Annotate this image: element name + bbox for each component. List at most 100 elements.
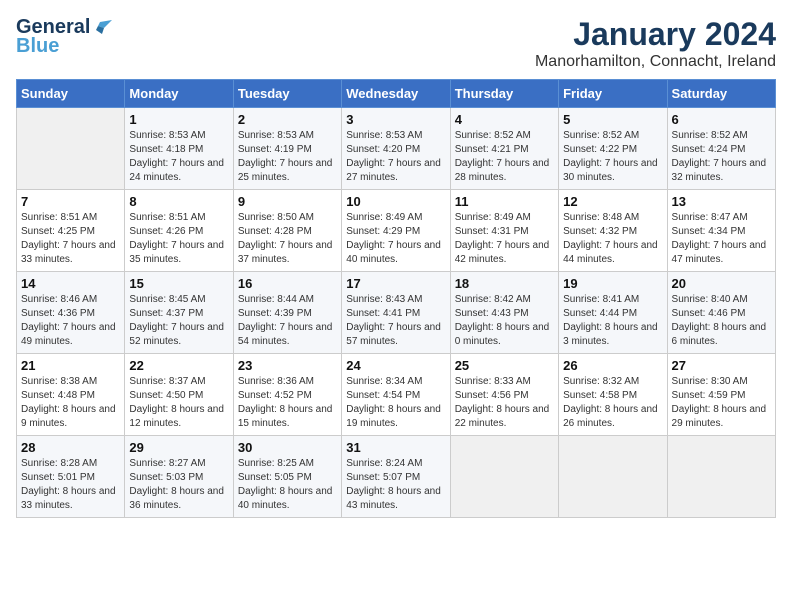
calendar-cell: 14 Sunrise: 8:46 AMSunset: 4:36 PMDayligh… xyxy=(17,272,125,354)
day-number: 17 xyxy=(346,276,445,291)
day-info: Sunrise: 8:51 AMSunset: 4:26 PMDaylight:… xyxy=(129,211,228,267)
day-number: 20 xyxy=(672,276,771,291)
day-number: 19 xyxy=(563,276,662,291)
day-info: Sunrise: 8:27 AMSunset: 5:03 PMDaylight:… xyxy=(129,457,228,513)
day-info: Sunrise: 8:52 AMSunset: 4:21 PMDaylight:… xyxy=(455,129,554,185)
day-info: Sunrise: 8:28 AMSunset: 5:01 PMDaylight:… xyxy=(21,457,120,513)
day-number: 11 xyxy=(455,194,554,209)
day-info: Sunrise: 8:33 AMSunset: 4:56 PMDaylight:… xyxy=(455,375,554,431)
calendar-cell: 16Sunrise: 8:44 AMSunset: 4:39 PMDayligh… xyxy=(233,272,341,354)
calendar-cell xyxy=(17,108,125,190)
logo-bird-icon xyxy=(92,18,112,38)
day-info: Sunrise: 8:46 AMSunset: 4:36 PMDaylight:… xyxy=(21,293,120,349)
weekday-header-friday: Friday xyxy=(559,80,667,108)
day-info: Sunrise: 8:53 AMSunset: 4:20 PMDaylight:… xyxy=(346,129,445,185)
calendar-table: SundayMondayTuesdayWednesdayThursdayFrid… xyxy=(16,79,776,518)
day-number: 5 xyxy=(563,112,662,127)
day-number: 15 xyxy=(129,276,228,291)
day-info: Sunrise: 8:49 AMSunset: 4:29 PMDaylight:… xyxy=(346,211,445,267)
calendar-cell xyxy=(667,436,775,518)
calendar-cell: 26 Sunrise: 8:32 AMSunset: 4:58 PMDayligh… xyxy=(559,354,667,436)
calendar-week-row: 14 Sunrise: 8:46 AMSunset: 4:36 PMDayligh… xyxy=(17,272,776,354)
calendar-cell: 8 Sunrise: 8:51 AMSunset: 4:26 PMDaylight… xyxy=(125,190,233,272)
day-number: 16 xyxy=(238,276,337,291)
location-title: Manorhamilton, Connacht, Ireland xyxy=(535,53,776,71)
day-number: 21 xyxy=(21,358,120,373)
day-info: Sunrise: 8:47 AMSunset: 4:34 PMDaylight:… xyxy=(672,211,771,267)
calendar-cell: 30 Sunrise: 8:25 AMSunset: 5:05 PMDayligh… xyxy=(233,436,341,518)
day-number: 30 xyxy=(238,440,337,455)
calendar-cell: 2Sunrise: 8:53 AMSunset: 4:19 PMDaylight… xyxy=(233,108,341,190)
calendar-cell: 17 Sunrise: 8:43 AMSunset: 4:41 PMDayligh… xyxy=(342,272,450,354)
calendar-cell: 24 Sunrise: 8:34 AMSunset: 4:54 PMDayligh… xyxy=(342,354,450,436)
day-number: 10 xyxy=(346,194,445,209)
day-info: Sunrise: 8:38 AMSunset: 4:48 PMDaylight:… xyxy=(21,375,120,431)
day-number: 7 xyxy=(21,194,120,209)
calendar-cell: 29 Sunrise: 8:27 AMSunset: 5:03 PMDayligh… xyxy=(125,436,233,518)
day-number: 24 xyxy=(346,358,445,373)
day-info: Sunrise: 8:34 AMSunset: 4:54 PMDaylight:… xyxy=(346,375,445,431)
day-number: 8 xyxy=(129,194,228,209)
calendar-week-row: 1 Sunrise: 8:53 AMSunset: 4:18 PMDaylight… xyxy=(17,108,776,190)
calendar-cell: 19 Sunrise: 8:41 AMSunset: 4:44 PMDayligh… xyxy=(559,272,667,354)
weekday-header-thursday: Thursday xyxy=(450,80,558,108)
weekday-header-row: SundayMondayTuesdayWednesdayThursdayFrid… xyxy=(17,80,776,108)
day-number: 26 xyxy=(563,358,662,373)
day-number: 3 xyxy=(346,112,445,127)
day-number: 23 xyxy=(238,358,337,373)
day-info: Sunrise: 8:37 AMSunset: 4:50 PMDaylight:… xyxy=(129,375,228,431)
day-info: Sunrise: 8:49 AMSunset: 4:31 PMDaylight:… xyxy=(455,211,554,267)
calendar-cell: 13 Sunrise: 8:47 AMSunset: 4:34 PMDayligh… xyxy=(667,190,775,272)
calendar-week-row: 21 Sunrise: 8:38 AMSunset: 4:48 PMDayligh… xyxy=(17,354,776,436)
weekday-header-monday: Monday xyxy=(125,80,233,108)
day-info: Sunrise: 8:36 AMSunset: 4:52 PMDaylight:… xyxy=(238,375,337,431)
day-number: 31 xyxy=(346,440,445,455)
month-title: January 2024 xyxy=(535,16,776,53)
day-number: 6 xyxy=(672,112,771,127)
day-info: Sunrise: 8:48 AMSunset: 4:32 PMDaylight:… xyxy=(563,211,662,267)
calendar-cell: 1 Sunrise: 8:53 AMSunset: 4:18 PMDaylight… xyxy=(125,108,233,190)
weekday-header-wednesday: Wednesday xyxy=(342,80,450,108)
day-info: Sunrise: 8:53 AMSunset: 4:18 PMDaylight:… xyxy=(129,129,228,185)
calendar-cell: 9Sunrise: 8:50 AMSunset: 4:28 PMDaylight… xyxy=(233,190,341,272)
day-number: 12 xyxy=(563,194,662,209)
calendar-cell: 20Sunrise: 8:40 AMSunset: 4:46 PMDayligh… xyxy=(667,272,775,354)
day-info: Sunrise: 8:41 AMSunset: 4:44 PMDaylight:… xyxy=(563,293,662,349)
day-number: 14 xyxy=(21,276,120,291)
page-header: General Blue January 2024 Manorhamilton,… xyxy=(16,16,776,71)
day-info: Sunrise: 8:45 AMSunset: 4:37 PMDaylight:… xyxy=(129,293,228,349)
calendar-cell: 25 Sunrise: 8:33 AMSunset: 4:56 PMDayligh… xyxy=(450,354,558,436)
calendar-cell: 7 Sunrise: 8:51 AMSunset: 4:25 PMDaylight… xyxy=(17,190,125,272)
day-info: Sunrise: 8:51 AMSunset: 4:25 PMDaylight:… xyxy=(21,211,120,267)
calendar-cell xyxy=(450,436,558,518)
calendar-cell: 5 Sunrise: 8:52 AMSunset: 4:22 PMDaylight… xyxy=(559,108,667,190)
day-info: Sunrise: 8:42 AMSunset: 4:43 PMDaylight:… xyxy=(455,293,554,349)
day-info: Sunrise: 8:30 AMSunset: 4:59 PMDaylight:… xyxy=(672,375,771,431)
calendar-cell: 23 Sunrise: 8:36 AMSunset: 4:52 PMDayligh… xyxy=(233,354,341,436)
day-info: Sunrise: 8:43 AMSunset: 4:41 PMDaylight:… xyxy=(346,293,445,349)
day-number: 25 xyxy=(455,358,554,373)
calendar-cell: 15 Sunrise: 8:45 AMSunset: 4:37 PMDayligh… xyxy=(125,272,233,354)
day-number: 9 xyxy=(238,194,337,209)
title-area: January 2024 Manorhamilton, Connacht, Ir… xyxy=(535,16,776,71)
weekday-header-saturday: Saturday xyxy=(667,80,775,108)
day-number: 27 xyxy=(672,358,771,373)
day-number: 29 xyxy=(129,440,228,455)
day-info: Sunrise: 8:25 AMSunset: 5:05 PMDaylight:… xyxy=(238,457,337,513)
calendar-cell: 27 Sunrise: 8:30 AMSunset: 4:59 PMDayligh… xyxy=(667,354,775,436)
calendar-cell: 10 Sunrise: 8:49 AMSunset: 4:29 PMDayligh… xyxy=(342,190,450,272)
day-number: 1 xyxy=(129,112,228,127)
day-info: Sunrise: 8:52 AMSunset: 4:22 PMDaylight:… xyxy=(563,129,662,185)
day-number: 28 xyxy=(21,440,120,455)
day-number: 13 xyxy=(672,194,771,209)
calendar-cell: 22 Sunrise: 8:37 AMSunset: 4:50 PMDayligh… xyxy=(125,354,233,436)
day-number: 18 xyxy=(455,276,554,291)
calendar-cell xyxy=(559,436,667,518)
calendar-cell: 6Sunrise: 8:52 AMSunset: 4:24 PMDaylight… xyxy=(667,108,775,190)
day-number: 22 xyxy=(129,358,228,373)
calendar-cell: 3 Sunrise: 8:53 AMSunset: 4:20 PMDaylight… xyxy=(342,108,450,190)
day-info: Sunrise: 8:32 AMSunset: 4:58 PMDaylight:… xyxy=(563,375,662,431)
calendar-week-row: 7 Sunrise: 8:51 AMSunset: 4:25 PMDaylight… xyxy=(17,190,776,272)
logo-blue: Blue xyxy=(16,35,59,58)
calendar-cell: 28 Sunrise: 8:28 AMSunset: 5:01 PMDayligh… xyxy=(17,436,125,518)
